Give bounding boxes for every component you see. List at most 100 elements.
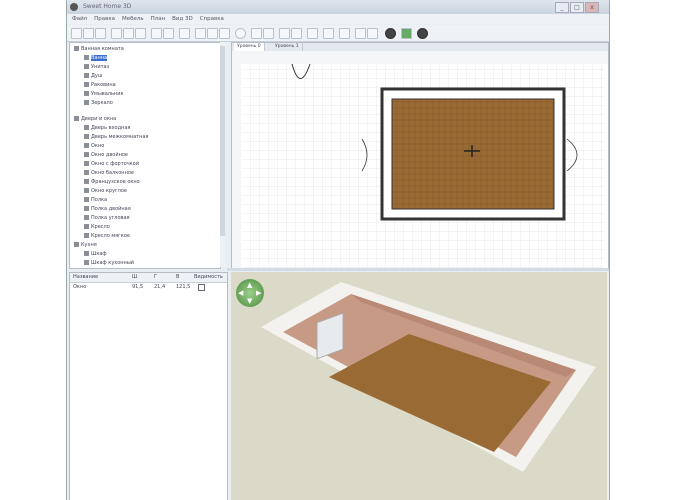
menu-plan[interactable]: План	[151, 14, 166, 24]
door-icon	[84, 134, 89, 139]
save-icon[interactable]	[95, 28, 106, 39]
add-furniture-icon[interactable]	[179, 28, 190, 39]
column-width[interactable]: Ш	[132, 274, 137, 280]
column-depth[interactable]: Г	[154, 274, 157, 280]
preferences-icon[interactable]	[417, 28, 428, 39]
column-height[interactable]: В	[176, 274, 179, 280]
menu-help[interactable]: Справка	[200, 14, 224, 24]
catalog-item[interactable]: Унитаз	[84, 63, 109, 71]
zoom-out-icon[interactable]	[291, 28, 302, 39]
catalog-item[interactable]: Кресло	[84, 223, 110, 231]
shower-icon	[84, 73, 89, 78]
catalog-item[interactable]: Полка угловая	[84, 214, 130, 222]
scrollbar-thumb[interactable]	[220, 46, 225, 236]
visible-checkbox[interactable]	[198, 284, 205, 291]
door-icon	[84, 125, 89, 130]
title-bar: Sweet Home 3D _ □ x	[67, 0, 609, 15]
select-icon[interactable]	[195, 28, 206, 39]
create-rooms-icon[interactable]	[235, 28, 246, 39]
catalog-scrollbar[interactable]	[220, 42, 225, 267]
plan-view[interactable]: Уровень 0 Уровень 1	[231, 42, 609, 270]
column-name[interactable]: Название	[73, 274, 98, 280]
catalog-item[interactable]: Умывальник	[84, 90, 123, 98]
panel-splitter[interactable]	[227, 268, 609, 271]
minimize-button[interactable]: _	[555, 2, 569, 13]
paste-icon[interactable]	[135, 28, 146, 39]
zoom-in-icon[interactable]	[279, 28, 290, 39]
catalog-category[interactable]: Ванная комната	[74, 45, 124, 53]
column-visible[interactable]: Видимость	[194, 274, 223, 280]
3d-view[interactable]: ▲ ▼ ◀ ▶	[231, 272, 607, 500]
catalog-item[interactable]: Полка двойная	[84, 205, 131, 213]
new-icon[interactable]	[71, 28, 82, 39]
toolbar	[67, 25, 609, 42]
open-icon[interactable]	[83, 28, 94, 39]
catalog-item[interactable]: Окно с форточкой	[84, 160, 139, 168]
plan-canvas[interactable]	[232, 51, 608, 269]
catalog-category[interactable]: Кухня	[74, 241, 97, 249]
room-floor[interactable]	[391, 98, 555, 210]
catalog-item[interactable]: Окно	[84, 142, 104, 150]
catalog-item-selected[interactable]: Ванна	[84, 54, 108, 62]
rotate-icon[interactable]	[323, 28, 334, 39]
armchair-icon	[84, 233, 89, 238]
window-icon	[84, 152, 89, 157]
redo-icon[interactable]	[163, 28, 174, 39]
catalog-category[interactable]: Двери и окна	[74, 115, 116, 123]
menu-edit[interactable]: Правка	[94, 14, 115, 24]
cabinet-icon	[84, 251, 89, 256]
cell-name: Окно	[73, 284, 87, 290]
maximize-button[interactable]: □	[570, 2, 584, 13]
video-icon[interactable]	[385, 28, 396, 39]
bathtub-icon	[84, 55, 89, 60]
catalog-item[interactable]: Шкаф кухонный	[84, 259, 134, 267]
folder-icon	[74, 242, 79, 247]
arrow-left-icon[interactable]: ◀	[238, 289, 243, 297]
catalog-item[interactable]: Дверь входная	[84, 124, 130, 132]
cut-icon[interactable]	[111, 28, 122, 39]
3d-canvas[interactable]	[231, 272, 607, 500]
catalog-item[interactable]: Раковина	[84, 81, 116, 89]
ruler-left	[232, 51, 241, 269]
catalog-item[interactable]: Дверь межкомнатная	[84, 133, 148, 141]
create-walls-icon[interactable]	[219, 28, 230, 39]
app-window: Sweet Home 3D _ □ x Файл Правка Мебель П…	[66, 0, 610, 500]
catalog-item[interactable]: Окно двойное	[84, 151, 128, 159]
undo-icon[interactable]	[151, 28, 162, 39]
arrow-down-icon[interactable]: ▼	[247, 297, 252, 305]
furniture-catalog-tree[interactable]: Ванная комната Ванна Унитаз Душ Раковина…	[69, 42, 221, 269]
catalog-item[interactable]: Зеркало	[84, 99, 113, 107]
create-labels-icon[interactable]	[263, 28, 274, 39]
pan-icon[interactable]	[207, 28, 218, 39]
navigation-arrows-icon[interactable]: ▲ ▼ ◀ ▶	[236, 279, 264, 307]
menu-furniture[interactable]: Мебель	[122, 14, 144, 24]
menu-3d-view[interactable]: Вид 3D	[172, 14, 193, 24]
text-style-icon[interactable]	[307, 28, 318, 39]
cell-height: 121,5	[176, 284, 191, 290]
catalog-item[interactable]: Шкаф	[84, 250, 107, 258]
table-row[interactable]: Окно 91,5 21,4 121,5	[70, 283, 227, 292]
furniture-table[interactable]: Название Ш Г В Видимость Окно 91,5 21,4 …	[69, 272, 228, 500]
catalog-item[interactable]: Окно балконное	[84, 169, 134, 177]
catalog-item[interactable]: Французское окно	[84, 178, 140, 186]
catalog-item[interactable]: Полка	[84, 196, 107, 204]
window-icon	[84, 170, 89, 175]
window-icon	[84, 143, 89, 148]
menu-file[interactable]: Файл	[72, 14, 87, 24]
catalog-item[interactable]: Окно круглое	[84, 187, 127, 195]
italic-icon[interactable]	[367, 28, 378, 39]
catalog-item[interactable]: Душ	[84, 72, 102, 80]
tab-level-1[interactable]: Уровень 1	[272, 43, 303, 51]
cell-depth: 21,4	[154, 284, 166, 290]
create-dimensions-icon[interactable]	[251, 28, 262, 39]
catalog-item[interactable]: Кресло мягкое	[84, 232, 130, 240]
copy-icon[interactable]	[123, 28, 134, 39]
tab-level-0[interactable]: Уровень 0	[234, 43, 265, 51]
cabinet-icon	[84, 260, 89, 265]
help-icon[interactable]	[401, 28, 412, 39]
close-button[interactable]: x	[585, 2, 599, 13]
photo-icon[interactable]	[339, 28, 350, 39]
arrow-right-icon[interactable]: ▶	[256, 289, 261, 297]
arrow-up-icon[interactable]: ▲	[247, 281, 252, 289]
bold-icon[interactable]	[355, 28, 366, 39]
